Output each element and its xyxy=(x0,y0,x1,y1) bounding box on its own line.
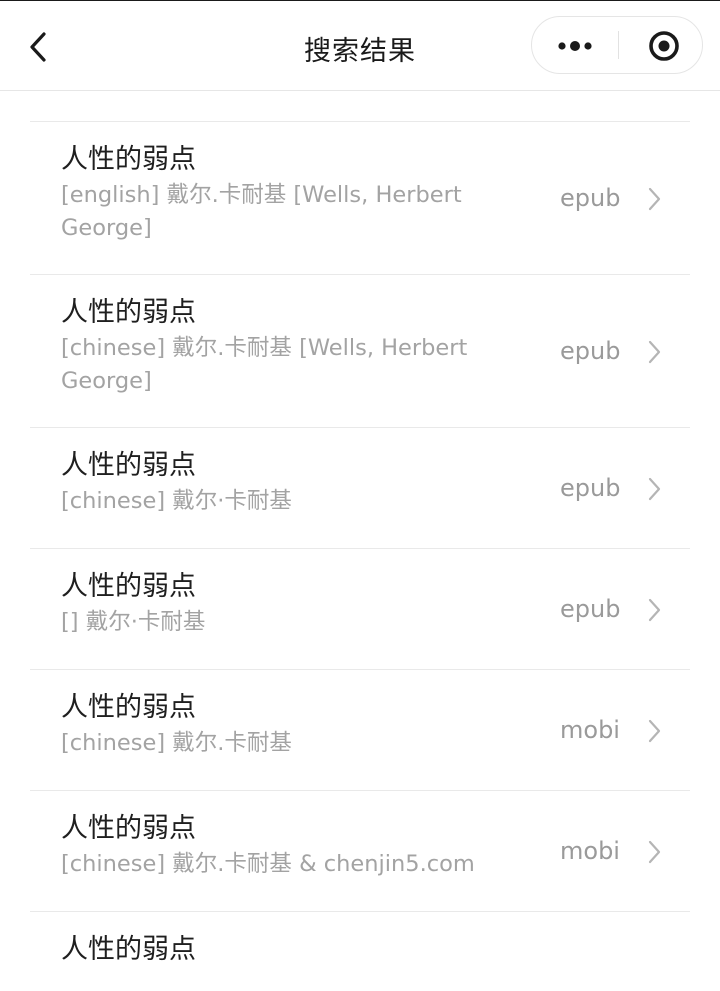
result-subtitle: [chinese] 戴尔.卡耐基 [Wells, Herbert George] xyxy=(61,335,468,394)
result-format: epub xyxy=(560,184,621,212)
result-item[interactable]: 人性的弱点 [chinese] 戴尔.卡耐基 mobi xyxy=(30,669,690,790)
more-menu-button[interactable] xyxy=(532,17,618,73)
result-text: 人性的弱点 [chinese] 戴尔.卡耐基 & chenjin5.com xyxy=(61,811,491,881)
result-subtitle: [chinese] 戴尔·卡耐基 xyxy=(61,488,292,514)
result-item[interactable]: 人性的弱点 [] 戴尔·卡耐基 epub xyxy=(30,548,690,669)
result-text: 人性的弱点 xyxy=(61,932,491,969)
result-title: 人性的弱点 xyxy=(61,813,196,844)
back-button[interactable] xyxy=(22,27,58,67)
search-results-list: 人性的弱点 [english] 戴尔.卡耐基 [Wells, Herbert G… xyxy=(30,121,690,991)
result-item[interactable]: 人性的弱点 [english] 戴尔.卡耐基 [Wells, Herbert G… xyxy=(30,121,690,274)
chevron-right-icon xyxy=(648,340,661,364)
result-subtitle: [chinese] 戴尔.卡耐基 xyxy=(61,730,292,756)
chevron-right-icon xyxy=(648,840,661,864)
mini-program-capsule xyxy=(531,16,703,74)
result-text: 人性的弱点 [chinese] 戴尔·卡耐基 xyxy=(61,448,491,518)
chevron-right-icon xyxy=(648,477,661,501)
result-title: 人性的弱点 xyxy=(61,297,196,328)
result-title: 人性的弱点 xyxy=(61,450,196,481)
chevron-right-icon xyxy=(648,598,661,622)
result-format: mobi xyxy=(560,837,620,865)
more-dots-icon xyxy=(558,41,592,51)
result-title: 人性的弱点 xyxy=(61,692,196,723)
result-item[interactable]: 人性的弱点 [chinese] 戴尔.卡耐基 [Wells, Herbert G… xyxy=(30,274,690,427)
result-title: 人性的弱点 xyxy=(61,571,196,602)
result-text: 人性的弱点 [english] 戴尔.卡耐基 [Wells, Herbert G… xyxy=(61,142,491,245)
result-title: 人性的弱点 xyxy=(61,934,196,965)
result-subtitle: [] 戴尔·卡耐基 xyxy=(61,609,206,635)
result-text: 人性的弱点 [chinese] 戴尔.卡耐基 xyxy=(61,690,491,760)
result-item[interactable]: 人性的弱点 xyxy=(30,911,690,991)
chevron-right-icon xyxy=(648,719,661,743)
result-format: epub xyxy=(560,337,621,365)
result-subtitle: [chinese] 戴尔.卡耐基 & chenjin5.com xyxy=(61,851,475,877)
result-item[interactable]: 人性的弱点 [chinese] 戴尔.卡耐基 & chenjin5.com mo… xyxy=(30,790,690,911)
chevron-right-icon xyxy=(648,187,661,211)
target-close-icon xyxy=(649,31,679,61)
result-text: 人性的弱点 [chinese] 戴尔.卡耐基 [Wells, Herbert G… xyxy=(61,295,491,398)
result-title: 人性的弱点 xyxy=(61,144,196,175)
navigation-bar: 搜索结果 xyxy=(0,1,720,91)
result-format: mobi xyxy=(560,716,620,744)
result-text: 人性的弱点 [] 戴尔·卡耐基 xyxy=(61,569,491,639)
close-mini-program-button[interactable] xyxy=(619,17,703,73)
result-item[interactable]: 人性的弱点 [chinese] 戴尔·卡耐基 epub xyxy=(30,427,690,548)
result-format: epub xyxy=(560,595,621,623)
result-format: epub xyxy=(560,474,621,502)
result-subtitle: [english] 戴尔.卡耐基 [Wells, Herbert George] xyxy=(61,182,462,241)
chevron-left-icon xyxy=(30,32,46,62)
